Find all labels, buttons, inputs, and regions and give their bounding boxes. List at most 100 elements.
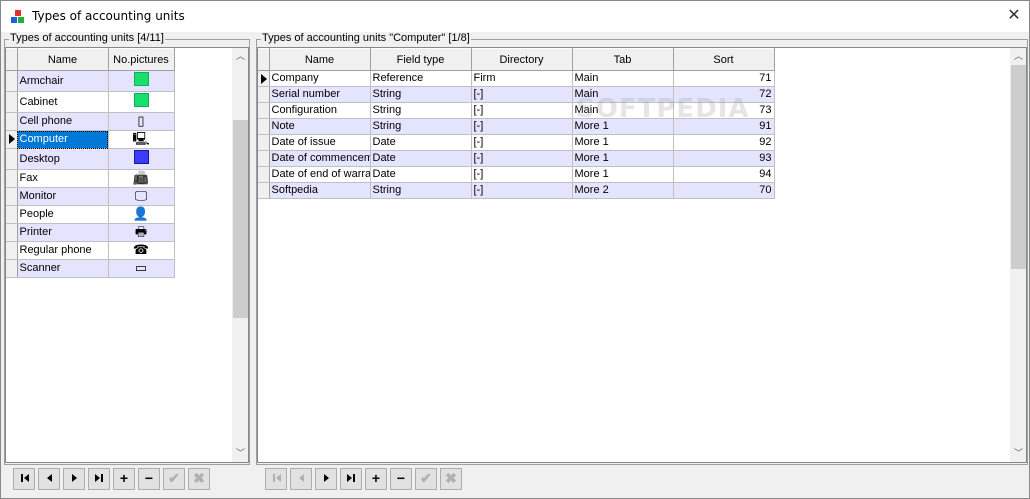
col-header-name[interactable]: Name (269, 48, 371, 71)
cell-directory[interactable]: [-] (471, 134, 573, 151)
cell-name[interactable]: Cell phone (17, 112, 109, 131)
first-record-button[interactable] (265, 468, 287, 490)
cell-tab[interactable]: More 1 (572, 150, 674, 167)
cell-tab[interactable]: More 1 (572, 166, 674, 183)
cell-name[interactable]: Date of end of warranty (269, 166, 371, 183)
cell-name[interactable]: Serial number (269, 86, 371, 103)
cell-picture[interactable] (108, 91, 175, 113)
row-indicator[interactable] (258, 70, 270, 87)
table-row[interactable]: Computer 🖳 (6, 130, 175, 149)
cell-name[interactable]: Armchair (17, 70, 109, 92)
row-indicator[interactable] (6, 205, 18, 224)
cell-tab[interactable]: Main (572, 70, 674, 87)
cell-picture[interactable]: 📠 (108, 169, 175, 188)
table-row[interactable]: Cell phone ▯ (6, 112, 175, 131)
cell-picture[interactable]: ☎ (108, 241, 175, 260)
post-edit-button[interactable]: ✔ (163, 468, 185, 490)
cell-tab[interactable]: More 2 (572, 182, 674, 199)
cell-picture[interactable]: ▯ (108, 112, 175, 131)
row-indicator[interactable] (6, 148, 18, 170)
cell-sort[interactable]: 70 (673, 182, 775, 199)
first-record-button[interactable] (13, 468, 35, 490)
table-row[interactable]: Scanner ▭ (6, 259, 175, 278)
table-row[interactable]: Monitor 🖵 (6, 187, 175, 206)
table-row[interactable]: Cabinet (6, 91, 175, 113)
col-header-tab[interactable]: Tab (572, 48, 674, 71)
right-scroll-thumb[interactable] (1011, 65, 1026, 269)
cell-picture[interactable]: 🖳 (108, 130, 175, 149)
cell-name[interactable]: Regular phone (17, 241, 109, 260)
scroll-down-icon[interactable]: ﹀ (232, 445, 248, 462)
cell-sort[interactable]: 71 (673, 70, 775, 87)
col-header-directory[interactable]: Directory (471, 48, 573, 71)
table-row[interactable]: Armchair (6, 70, 175, 92)
table-row[interactable]: Date of issue Date [-] More 1 92 (258, 134, 775, 151)
table-row[interactable]: Printer 🖶 (6, 223, 175, 242)
row-indicator[interactable] (258, 118, 270, 135)
row-indicator[interactable] (6, 241, 18, 260)
left-scroll-thumb[interactable] (233, 120, 248, 318)
cell-name[interactable]: Printer (17, 223, 109, 242)
prior-record-button[interactable] (290, 468, 312, 490)
cell-directory[interactable]: [-] (471, 118, 573, 135)
cell-picture[interactable]: ▭ (108, 259, 175, 278)
cell-name[interactable]: Softpedia (269, 182, 371, 199)
row-indicator[interactable] (6, 91, 18, 113)
row-indicator[interactable] (258, 86, 270, 103)
row-indicator[interactable] (258, 150, 270, 167)
cell-directory[interactable]: [-] (471, 86, 573, 103)
cell-field-type[interactable]: String (370, 182, 472, 199)
right-scrollbar[interactable]: ︿ ﹀ (1010, 48, 1026, 462)
cell-sort[interactable]: 94 (673, 166, 775, 183)
cell-picture[interactable] (108, 70, 175, 92)
cell-picture[interactable]: 🖵 (108, 187, 175, 206)
cell-field-type[interactable]: Date (370, 166, 472, 183)
row-indicator[interactable] (6, 70, 18, 92)
col-header-name[interactable]: Name (17, 48, 109, 71)
prior-record-button[interactable] (38, 468, 60, 490)
row-indicator[interactable] (6, 130, 18, 149)
cell-field-type[interactable]: Date (370, 150, 472, 167)
cell-field-type[interactable]: String (370, 86, 472, 103)
insert-record-button[interactable]: + (365, 468, 387, 490)
left-scrollbar[interactable]: ︿ ﹀ (232, 48, 248, 462)
row-indicator[interactable] (258, 182, 270, 199)
table-row[interactable]: Date of end of warrantyDate[-]More 194 (258, 166, 775, 183)
row-indicator[interactable] (6, 259, 18, 278)
table-row[interactable]: Fax 📠 (6, 169, 175, 188)
cell-field-type[interactable]: Reference (370, 70, 472, 87)
cancel-edit-button[interactable]: ✖ (188, 468, 210, 490)
cancel-edit-button[interactable]: ✖ (440, 468, 462, 490)
cell-picture[interactable]: 🖶 (108, 223, 175, 242)
cell-name[interactable]: Fax (17, 169, 109, 188)
row-indicator[interactable] (258, 166, 270, 183)
cell-field-type[interactable]: Date (370, 134, 472, 151)
table-row[interactable]: Regular phone ☎ (6, 241, 175, 260)
row-indicator[interactable] (6, 187, 18, 206)
row-indicator[interactable] (258, 102, 270, 119)
cell-field-type[interactable]: String (370, 118, 472, 135)
table-row[interactable]: People 👤 (6, 205, 175, 224)
cell-field-type[interactable]: String (370, 102, 472, 119)
col-header-field-type[interactable]: Field type (370, 48, 472, 71)
cell-name[interactable]: Cabinet (17, 91, 109, 113)
cell-directory[interactable]: [-] (471, 102, 573, 119)
close-button[interactable]: ✕ (999, 1, 1029, 32)
cell-directory[interactable]: [-] (471, 182, 573, 199)
row-indicator[interactable] (6, 112, 18, 131)
post-edit-button[interactable]: ✔ (415, 468, 437, 490)
cell-name[interactable]: Company (269, 70, 371, 87)
delete-record-button[interactable]: − (390, 468, 412, 490)
cell-name[interactable]: Monitor (17, 187, 109, 206)
table-row[interactable]: Desktop (6, 148, 175, 170)
delete-record-button[interactable]: − (138, 468, 160, 490)
cell-name[interactable]: Desktop (17, 148, 109, 170)
col-header-sort[interactable]: Sort (673, 48, 775, 71)
fields-grid[interactable]: Name Field type Directory Tab Sort Compa… (257, 47, 1027, 463)
scroll-up-icon[interactable]: ︿ (232, 48, 248, 65)
table-row[interactable]: Date of commencementDate[-]More 193 (258, 150, 775, 167)
col-header-pictures[interactable]: No.pictures (108, 48, 175, 71)
cell-name[interactable]: Scanner (17, 259, 109, 278)
cell-picture[interactable]: 👤 (108, 205, 175, 224)
cell-name[interactable]: Configuration (269, 102, 371, 119)
